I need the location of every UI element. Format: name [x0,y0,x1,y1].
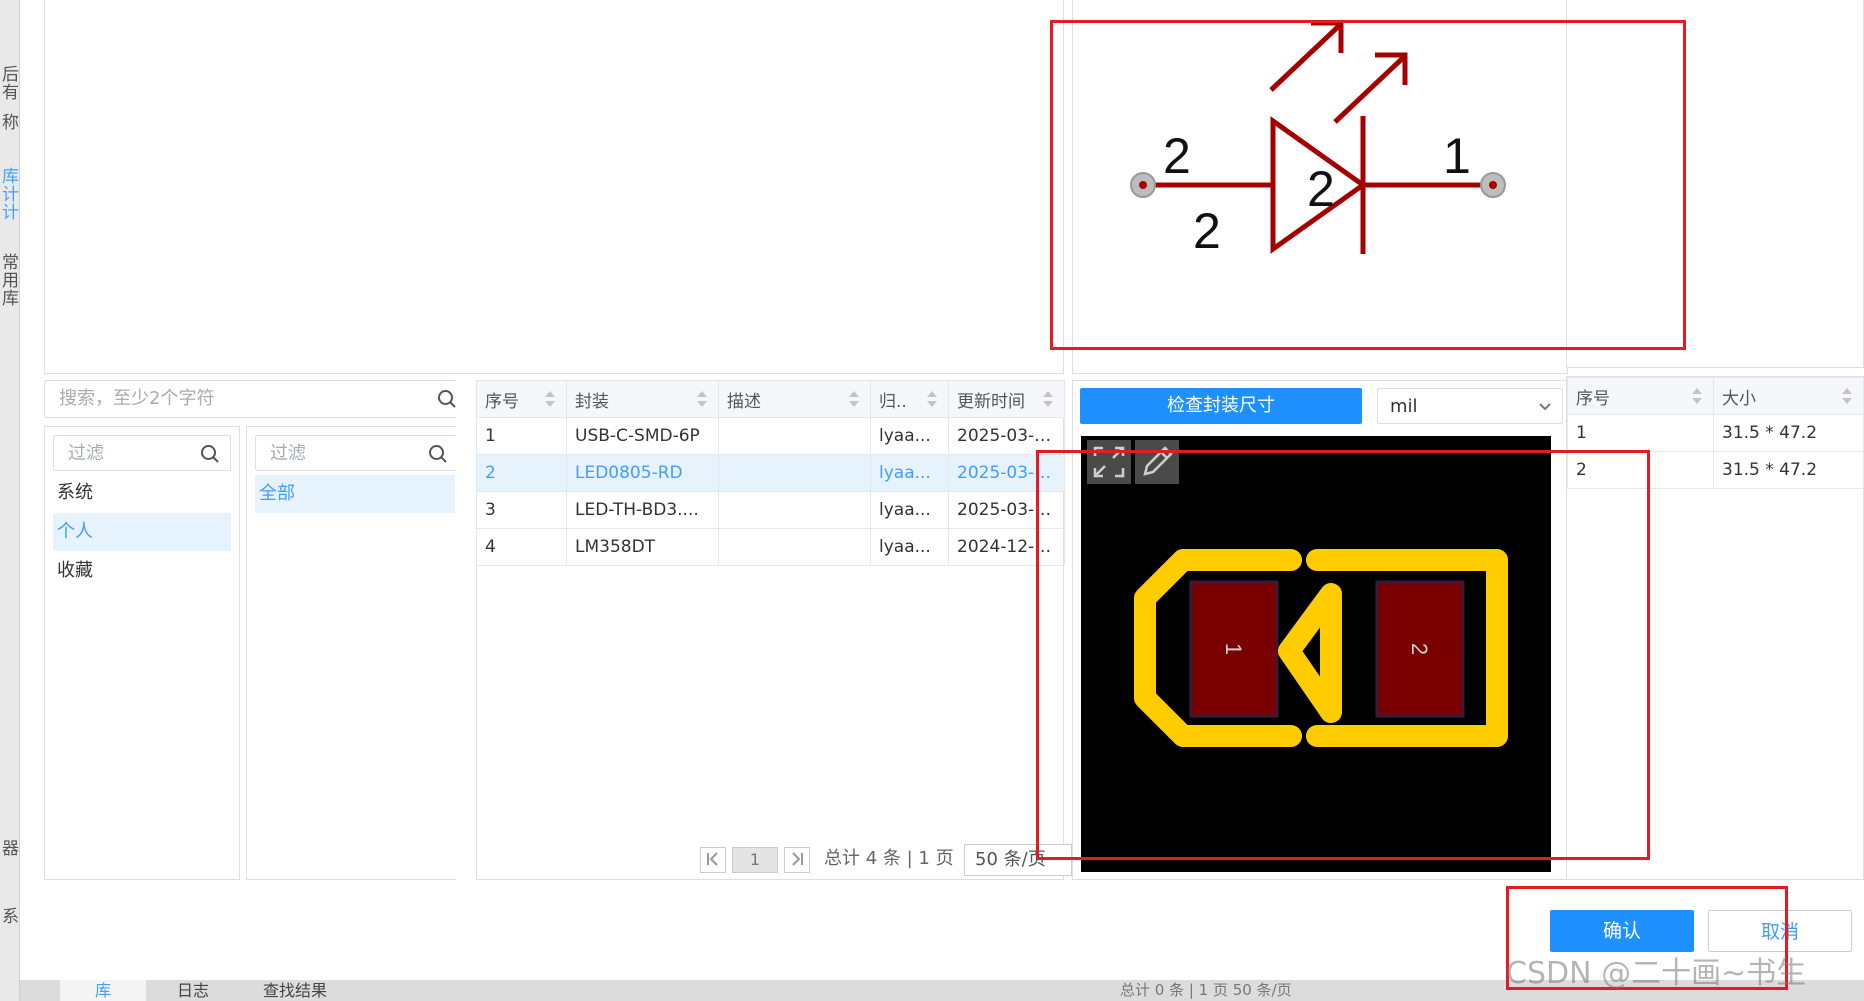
strip-char: 常 [2,253,19,273]
cell-updated: 2025-03-04... [948,417,1065,455]
bottom-pager-hint: 总计 0 条 | 1 页 50 条/页 [1120,981,1292,999]
category-item-personal[interactable]: 个人 [53,513,231,551]
watermark: CSDN @二十画~书生 [1506,956,1807,991]
cell-description [718,528,871,566]
cell-footprint: LED0805-RD [566,454,719,492]
cell-owner: lyaa... [870,491,949,529]
sort-icon[interactable] [1691,387,1703,405]
table-row-selected[interactable]: 2 LED0805-RD lyaa... 2025-03-03... [476,454,1065,492]
cell-owner: lyaa... [870,454,949,492]
page-number-button[interactable]: 1 [732,847,778,873]
first-page-icon [707,852,718,866]
sort-icon[interactable] [926,390,938,408]
table-row[interactable]: 1 31.5 * 47.2 [1567,414,1864,452]
cell-no: 3 [476,491,567,529]
pagination: 1 总计 4 条 | 1 页 50 条/页 [700,844,1072,876]
table-header-row: 序号 封装 描述 归.. 更新时间 [476,380,1065,418]
main-search-input[interactable]: 搜索，至少2个字符 [44,380,468,418]
subcategory-panel: 过滤 全部 [246,426,468,880]
category-item-system[interactable]: 系统 [53,474,231,512]
last-page-icon [792,852,803,866]
strip-char: 库 [2,167,19,187]
cell-description [718,417,871,455]
cell-no: 2 [476,454,567,492]
cell-no: 4 [476,528,567,566]
footprint-table-panel: 序号 封装 描述 归.. 更新时间 1 USB-C-SMD-6P lyaa...… [456,380,1072,880]
cell-description [718,491,871,529]
strip-char: 称 [2,113,19,133]
table-row[interactable]: 1 USB-C-SMD-6P lyaa... 2025-03-04... [476,417,1065,455]
sort-icon[interactable] [1841,387,1853,405]
highlight-symbol [1050,20,1686,350]
bottom-tab-log[interactable]: 日志 [150,980,236,1001]
bottom-tab-library[interactable]: 库 [60,980,146,1001]
sort-icon[interactable] [696,390,708,408]
sort-icon[interactable] [848,390,860,408]
check-footprint-size-button[interactable]: 检查封装尺寸 [1080,388,1362,424]
sort-icon[interactable] [1042,390,1054,408]
table-row[interactable]: 4 LM358DT lyaa... 2024-12-22... [476,528,1065,566]
chevron-down-icon [1539,403,1551,411]
filter-placeholder: 过滤 [270,443,306,464]
sort-icon[interactable] [544,390,556,408]
strip-char: 计 [2,203,19,223]
footprint-select-dialog: 2 1 2 2 搜索，至少2个字符 过滤 系统 个人 收藏 过滤 全部 序号 封… [20,0,1864,991]
left-background-strip: 后 有 称 库 计 计 常 用 库 器 系 [0,0,20,1001]
search-placeholder: 搜索，至少2个字符 [59,388,215,409]
cell-size: 31.5 * 47.2 [1713,451,1864,489]
strip-char: 系 [2,907,19,927]
column-header-size[interactable]: 大小 [1713,377,1864,415]
last-page-button[interactable] [784,847,810,873]
table-header-row: 序号 大小 [1567,377,1864,415]
column-header-updated[interactable]: 更新时间 [948,380,1065,418]
strip-char: 有 [2,83,19,103]
cell-no: 1 [476,417,567,455]
search-icon [201,445,219,463]
unit-select[interactable]: mil [1377,388,1563,424]
cell-owner: lyaa... [870,528,949,566]
column-header-no[interactable]: 序号 [1567,377,1714,415]
cell-no: 1 [1567,414,1714,452]
subcategory-filter-input[interactable]: 过滤 [255,435,459,471]
page-summary: 总计 4 条 | 1 页 [824,848,954,869]
column-header-footprint[interactable]: 封装 [566,380,719,418]
cell-footprint: LM358DT [566,528,719,566]
cell-size: 31.5 * 47.2 [1713,414,1864,452]
column-header-no[interactable]: 序号 [476,380,567,418]
search-icon [438,390,456,408]
first-page-button[interactable] [700,847,726,873]
filter-placeholder: 过滤 [68,443,104,464]
cell-footprint: LED-TH-BD3.... [566,491,719,529]
table-row[interactable]: 3 LED-TH-BD3.... lyaa... 2025-03-03... [476,491,1065,529]
strip-char: 器 [2,839,19,859]
bottom-tab-search-results[interactable]: 查找结果 [240,980,350,1001]
unit-value: mil [1390,396,1418,417]
search-icon [429,445,447,463]
cell-footprint: USB-C-SMD-6P [566,417,719,455]
category-panel: 过滤 系统 个人 收藏 [44,426,240,880]
footprint-table: 序号 封装 描述 归.. 更新时间 1 USB-C-SMD-6P lyaa...… [476,380,1065,566]
category-item-favorites[interactable]: 收藏 [53,552,231,590]
strip-char: 用 [2,271,19,291]
strip-char: 库 [2,289,19,309]
strip-char: 后 [2,65,19,85]
column-header-owner[interactable]: 归.. [870,380,949,418]
strip-char: 计 [2,185,19,205]
column-header-description[interactable]: 描述 [718,380,871,418]
top-blank-panel [44,0,1064,374]
highlight-footprint [1036,450,1650,860]
subcategory-item-all[interactable]: 全部 [255,475,455,513]
cell-owner: lyaa... [870,417,949,455]
category-filter-input[interactable]: 过滤 [53,435,231,471]
cell-description [718,454,871,492]
